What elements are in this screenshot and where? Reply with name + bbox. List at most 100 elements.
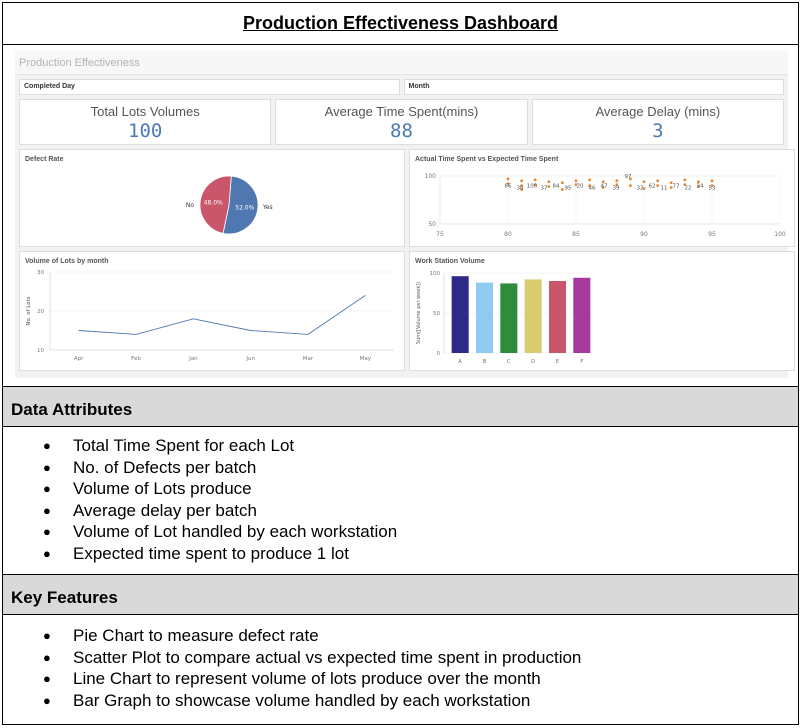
y-tick-label: 100 (430, 271, 441, 277)
list-item: Volume of Lot handled by each workstatio… (43, 521, 798, 543)
scatter-point (656, 179, 659, 183)
scatter-point (547, 180, 551, 184)
scatter-data-label: 66 (505, 184, 512, 190)
list-item: Pie Chart to measure defect rate (43, 625, 798, 647)
x-tick-label: 75 (436, 231, 444, 238)
kpi-value: 3 (652, 120, 664, 142)
pie-legend-no: No (186, 202, 194, 209)
scatter-data-label: 22 (685, 185, 692, 191)
scatter-point (710, 179, 714, 183)
bar-e (548, 281, 567, 353)
scatter-data-label: 11 (661, 185, 668, 191)
list-item: Average delay per batch (43, 500, 798, 522)
x-tick-label: 80 (504, 231, 512, 238)
x-tick-label: Feb (131, 356, 141, 362)
y-tick-label: 20 (37, 309, 44, 315)
x-tick-label: D (531, 359, 535, 365)
scatter-point (683, 178, 687, 182)
title-row: Production Effectiveness Dashboard (3, 3, 798, 45)
pie-chart: 52.0% 48.0% No Yes (186, 175, 273, 235)
x-tick-label: 95 (708, 231, 716, 238)
list-item: No. of Defects per batch (43, 457, 798, 479)
kpi-label: Average Time Spent(mins) (324, 104, 479, 119)
bar-chart: 100 50 0 Sum([Volume per week]) A B C D E F (416, 271, 594, 365)
panel-title: Work Station Volume (415, 258, 485, 265)
scatter-data-label: 62 (649, 184, 656, 190)
scatter-point (574, 179, 578, 183)
scatter-data-label: 95 (565, 185, 572, 191)
list-item: Total Time Spent for each Lot (43, 435, 798, 457)
x-tick-label: 100 (774, 231, 786, 238)
scatter-chart: 75 80 85 90 95 1001005066 30 100 37 84 95 20 46 47 399… (425, 173, 786, 238)
kpi-average-time: Average Time Spent(mins) 88 (275, 99, 528, 145)
sheet-title: Production Effectiveness (15, 51, 788, 75)
x-tick-label: Mar (303, 356, 314, 362)
section-body-data-attributes: Total Time Spent for each Lot No. of Def… (3, 427, 798, 575)
y-tick-label: 50 (433, 311, 440, 317)
list-item: Volume of Lots produce (43, 478, 798, 500)
scatter-data-label: 97 (625, 174, 632, 180)
bar-c (500, 283, 518, 353)
key-features-list: Pie Chart to measure defect rate Scatter… (3, 615, 798, 711)
scatter-point (547, 185, 551, 188)
bar-a (451, 276, 469, 353)
scatter-point (561, 188, 564, 191)
chart-grid: Defect Rate 52.0% 48.0% No Yes Actual Time … (19, 149, 795, 371)
list-item: Expected time spent to produce 1 lot (43, 543, 798, 565)
scatter-data-label: 30 (517, 185, 524, 191)
panel-title: Defect Rate (25, 156, 64, 163)
kpi-total-lots: Total Lots Volumes 100 (19, 99, 272, 145)
filter-bar: Completed Day Month (19, 79, 784, 95)
scatter-data-label: 39 (613, 185, 620, 191)
section-heading-data-attributes: Data Attributes (3, 387, 798, 427)
scatter-data-label: 37 (541, 185, 548, 191)
list-item: Line Chart to represent volume of lots p… (43, 668, 798, 690)
line-chart: 30 20 10 No. of Lots Apr Feb Jan Jun Mar May (26, 270, 394, 362)
panel-title: Volume of Lots by month (25, 258, 109, 265)
y-tick-label: 30 (37, 270, 44, 276)
kpi-value: 88 (390, 120, 413, 142)
section-body-key-features: Pie Chart to measure defect rate Scatter… (3, 615, 798, 711)
y-axis-label: No. of Lots (26, 296, 32, 325)
scatter-point (506, 177, 510, 181)
filter-completed-day[interactable]: Completed Day (19, 79, 400, 95)
x-tick-label: Apr (74, 356, 84, 362)
line-panel: Volume of Lots by month 30 20 10 No. of Lot… (19, 251, 405, 371)
list-item: Bar Graph to showcase volume handled by … (43, 690, 798, 712)
x-tick-label: Jun (245, 356, 255, 362)
bar-d (524, 279, 542, 353)
scatter-data-label: 47 (601, 184, 608, 190)
scatter-data-label: 100 (527, 184, 538, 190)
document-title: Production Effectiveness Dashboard (242, 13, 559, 33)
list-item: Scatter Plot to compare actual vs expect… (43, 647, 798, 669)
scatter-data-label: 32 (637, 185, 644, 191)
y-tick-label: 100 (425, 173, 437, 180)
scatter-point (615, 179, 619, 183)
y-tick-label: 0 (437, 351, 441, 357)
line-series (78, 295, 366, 335)
kpi-label: Average Delay (mins) (595, 104, 721, 119)
scatter-data-label: 20 (577, 184, 584, 190)
kpi-label: Total Lots Volumes (90, 104, 200, 119)
section-heading-key-features: Key Features (3, 575, 798, 615)
scatter-data-label: 77 (673, 184, 680, 190)
x-tick-label: 90 (640, 231, 648, 238)
kpi-average-delay: Average Delay (mins) 3 (531, 99, 784, 145)
scatter-point (561, 181, 564, 185)
scatter-point (533, 178, 537, 182)
x-tick-label: A (458, 359, 462, 365)
pie-legend-yes: Yes (262, 204, 273, 211)
defect-rate-panel: Defect Rate 52.0% 48.0% No Yes (19, 149, 405, 247)
panel-title: Actual Time Spent vs Expected Time Spent (415, 156, 559, 163)
y-axis-label: Sum([Volume per week]) (416, 282, 422, 344)
scatter-point (656, 184, 659, 187)
filter-month[interactable]: Month (403, 79, 784, 95)
x-tick-label: B (483, 359, 487, 365)
scatter-data-label: 84 (553, 184, 560, 190)
scatter-panel: Actual Time Spent vs Expected Time Spent… (409, 149, 795, 247)
scatter-point (588, 178, 591, 182)
pie-data-label: 48.0% (204, 200, 223, 207)
x-tick-label: F (580, 359, 583, 365)
scatter-data-label: 53 (709, 185, 716, 191)
bar-panel: Work Station Volume 100 50 0 Sum([Volume pe… (409, 251, 795, 371)
